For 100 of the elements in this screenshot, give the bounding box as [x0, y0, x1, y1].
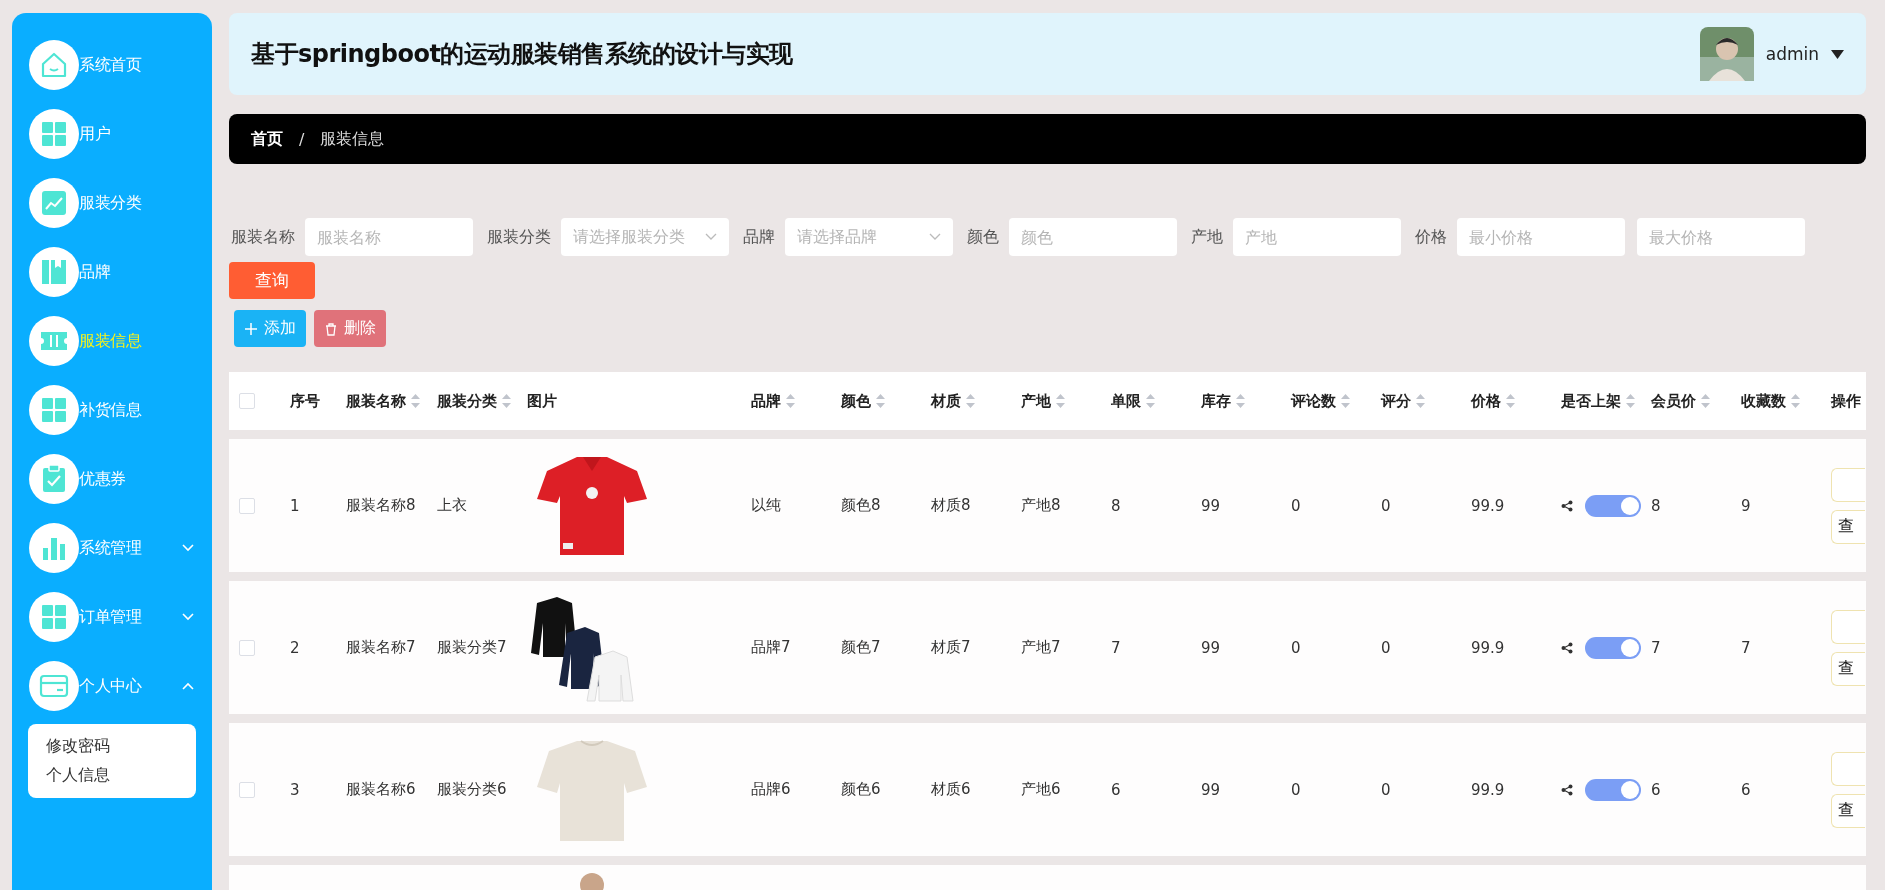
- user-name[interactable]: admin: [1765, 44, 1819, 64]
- chevron-down-icon: [182, 544, 194, 552]
- sort-icon[interactable]: [411, 393, 420, 409]
- input-field[interactable]: 最小价格: [1457, 218, 1625, 256]
- sort-icon[interactable]: [966, 393, 975, 409]
- table-cell: 产地6: [1021, 780, 1061, 799]
- clipboard-icon: [41, 464, 67, 494]
- table-cell: 材质8: [931, 496, 971, 515]
- sort-icon[interactable]: [1416, 393, 1425, 409]
- sort-icon[interactable]: [786, 393, 795, 409]
- card-icon: [39, 673, 69, 699]
- table-cell: 0: [1381, 638, 1391, 657]
- table-cell: 品牌7: [751, 638, 791, 657]
- view-button[interactable]: 查: [1831, 509, 1865, 544]
- chevron-up-icon: [182, 682, 194, 690]
- input-field[interactable]: 产地: [1233, 218, 1401, 256]
- share-icon[interactable]: [1561, 783, 1573, 796]
- sort-icon[interactable]: [1146, 393, 1155, 409]
- sort-icon[interactable]: [502, 393, 511, 409]
- column-header[interactable]: 产地: [1021, 391, 1051, 411]
- breadcrumb-separator: /: [299, 129, 305, 149]
- view-button[interactable]: 查: [1831, 651, 1865, 686]
- table-cell: 颜色6: [841, 780, 881, 799]
- sort-icon[interactable]: [1056, 393, 1065, 409]
- checkbox[interactable]: [239, 781, 255, 798]
- table-cell: 1: [290, 496, 300, 515]
- ticket-icon: [39, 329, 69, 353]
- dropdown-arrow-icon[interactable]: [1831, 49, 1844, 59]
- table-cell: 材质6: [931, 780, 971, 799]
- field-label: 服装分类: [487, 226, 551, 248]
- view-button[interactable]: 查: [1831, 793, 1865, 828]
- submenu-item[interactable]: 修改密码: [46, 736, 178, 757]
- input-field[interactable]: 服装名称: [305, 218, 473, 256]
- plus-icon: [244, 321, 258, 336]
- chevron-down-icon[interactable]: [705, 233, 717, 241]
- checkbox[interactable]: [239, 393, 255, 409]
- column-header: 操作: [1831, 391, 1861, 411]
- input-field[interactable]: 最大价格: [1637, 218, 1805, 256]
- column-header[interactable]: 服装分类: [437, 391, 497, 411]
- breadcrumb-item[interactable]: 首页: [251, 128, 283, 150]
- sort-icon[interactable]: [1791, 393, 1800, 409]
- column-header[interactable]: 评论数: [1291, 391, 1336, 411]
- sort-icon[interactable]: [1626, 393, 1635, 409]
- share-icon[interactable]: [1561, 641, 1573, 654]
- grid-icon: [40, 603, 68, 631]
- table-cell: 99.9: [1471, 780, 1505, 799]
- column-header[interactable]: 材质: [931, 391, 961, 411]
- table-cell: 0: [1291, 638, 1301, 657]
- column-header[interactable]: 价格: [1471, 391, 1501, 411]
- table-cell: 上衣: [437, 496, 467, 515]
- column-header[interactable]: 服装名称: [346, 391, 406, 411]
- sort-icon[interactable]: [1701, 393, 1710, 409]
- table-cell: 99.9: [1471, 496, 1505, 515]
- table-cell: 99: [1201, 496, 1221, 515]
- table-cell: 产地8: [1021, 496, 1061, 515]
- table-cell: 7: [1651, 638, 1661, 657]
- table-cell: 服装分类6: [437, 780, 507, 799]
- toggle-switch[interactable]: [1585, 494, 1641, 517]
- chart-icon: [40, 189, 68, 217]
- checkbox[interactable]: [239, 497, 255, 514]
- sort-icon[interactable]: [1341, 393, 1350, 409]
- field-label: 价格: [1415, 226, 1447, 248]
- checkbox[interactable]: [239, 639, 255, 656]
- table-cell: 以纯: [751, 496, 781, 515]
- column-header[interactable]: 评分: [1381, 391, 1411, 411]
- column-header[interactable]: 会员价: [1651, 391, 1696, 411]
- grid-icon: [40, 396, 68, 424]
- column-header[interactable]: 单限: [1111, 391, 1141, 411]
- column-header[interactable]: 库存: [1201, 391, 1231, 411]
- sort-icon[interactable]: [876, 393, 885, 409]
- input-field[interactable]: 颜色: [1009, 218, 1177, 256]
- column-header[interactable]: 品牌: [751, 391, 781, 411]
- column-header[interactable]: 颜色: [841, 391, 871, 411]
- table-cell: 7: [1741, 638, 1751, 657]
- table-cell: 3: [290, 780, 300, 799]
- toggle-switch[interactable]: [1585, 778, 1641, 801]
- table-cell: 8: [1651, 496, 1661, 515]
- column-header[interactable]: 收藏数: [1741, 391, 1786, 411]
- table-cell: 颜色7: [841, 638, 881, 657]
- chevron-down-icon[interactable]: [929, 233, 941, 241]
- toggle-switch[interactable]: [1585, 636, 1641, 659]
- share-icon[interactable]: [1561, 499, 1573, 512]
- field-label: 服装名称: [231, 226, 295, 248]
- table-cell: 99.9: [1471, 638, 1505, 657]
- table-cell: 产地7: [1021, 638, 1061, 657]
- sort-icon[interactable]: [1236, 393, 1245, 409]
- sort-icon[interactable]: [1506, 393, 1515, 409]
- column-header: 图片: [527, 391, 557, 411]
- table-cell: 0: [1381, 780, 1391, 799]
- table-cell: 服装分类7: [437, 638, 507, 657]
- page-title: 基于springboot的运动服装销售系统的设计与实现: [251, 39, 793, 70]
- submenu-item[interactable]: 个人信息: [46, 765, 178, 786]
- field-label: 品牌: [743, 226, 775, 248]
- field-label: 颜色: [967, 226, 999, 248]
- avatar[interactable]: [1699, 27, 1754, 81]
- table-cell: 0: [1291, 496, 1301, 515]
- table-cell: 服装名称6: [346, 780, 416, 799]
- column-header[interactable]: 是否上架: [1561, 391, 1621, 411]
- table-cell: 材质7: [931, 638, 971, 657]
- chevron-down-icon: [182, 613, 194, 621]
